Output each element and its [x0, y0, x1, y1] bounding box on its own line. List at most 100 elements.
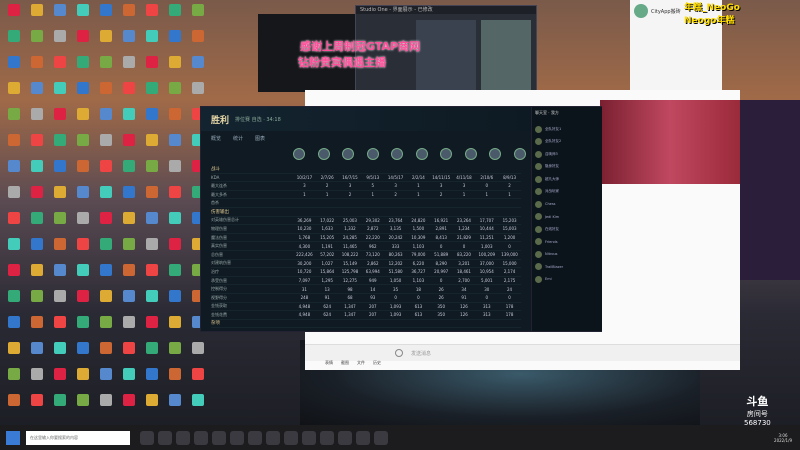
desktop-icon[interactable] [27, 30, 47, 52]
desktop-icon[interactable] [142, 30, 162, 52]
champion-portrait[interactable] [513, 148, 526, 160]
taskbar-app-icon[interactable] [302, 430, 316, 445]
desktop-icon[interactable] [96, 394, 116, 416]
desktop-icon[interactable] [142, 186, 162, 208]
desktop-icon[interactable] [4, 134, 24, 156]
desktop-icon[interactable] [119, 160, 139, 182]
desktop-icon[interactable] [119, 264, 139, 286]
desktop-icon[interactable] [4, 264, 24, 286]
desktop-icon[interactable] [4, 290, 24, 312]
taskbar-app-icon[interactable] [374, 430, 388, 445]
studio-track-view[interactable] [481, 20, 531, 90]
desktop-icon[interactable] [4, 108, 24, 130]
desktop-icon[interactable] [119, 186, 139, 208]
chat-toolbar[interactable]: 表情 截图 文件 历史 [305, 360, 760, 370]
desktop-icon[interactable] [142, 56, 162, 78]
friend-list-item[interactable]: 隐身好友 [532, 161, 602, 174]
desktop-icon[interactable] [119, 394, 139, 416]
desktop-icon[interactable] [142, 316, 162, 338]
desktop-icon[interactable] [119, 290, 139, 312]
desktop-icon[interactable] [27, 342, 47, 364]
desktop-icon[interactable] [50, 238, 70, 260]
desktop-icon[interactable] [165, 56, 185, 78]
desktop-icon[interactable] [27, 134, 47, 156]
desktop-icon[interactable] [73, 342, 93, 364]
desktop-icon[interactable] [4, 56, 24, 78]
friend-list-item[interactable]: 超凡大师 [532, 173, 602, 186]
desktop-icon[interactable] [73, 264, 93, 286]
desktop-icon[interactable] [142, 264, 162, 286]
desktop-icon[interactable] [165, 30, 185, 52]
friend-list-item[interactable]: 全队好友2 [532, 136, 602, 149]
desktop-icon[interactable] [96, 342, 116, 364]
friend-list-item[interactable]: Nitrous [532, 248, 602, 261]
desktop-icon[interactable] [73, 212, 93, 234]
desktop-icon[interactable] [119, 82, 139, 104]
desktop-icon[interactable] [96, 290, 116, 312]
desktop-icon[interactable] [188, 56, 208, 78]
desktop-icon[interactable] [50, 4, 70, 26]
desktop-icon[interactable] [50, 160, 70, 182]
taskbar-app-icon[interactable] [320, 430, 334, 445]
desktop-icon[interactable] [50, 56, 70, 78]
desktop-icon[interactable] [119, 134, 139, 156]
tab-overview[interactable]: 概览 [211, 135, 221, 142]
game-postmatch-window[interactable]: 胜利 排位赛 自选 · 34:18 概览 统计 图表 战斗 KDA 10/2/17 2… [200, 106, 602, 332]
start-icon[interactable] [6, 430, 20, 445]
desktop-icon[interactable] [73, 238, 93, 260]
friend-list-item[interactable]: Emi [532, 273, 602, 286]
taskbar-app-icon[interactable] [266, 430, 280, 445]
desktop-icon[interactable] [119, 212, 139, 234]
desktop-icon[interactable] [73, 316, 93, 338]
desktop-icon[interactable] [119, 316, 139, 338]
champion-portrait[interactable] [366, 148, 379, 160]
desktop-icon[interactable] [142, 368, 162, 390]
studio-mixer[interactable] [416, 20, 476, 90]
desktop-icon[interactable] [27, 212, 47, 234]
desktop-icon[interactable] [96, 134, 116, 156]
desktop-icon[interactable] [165, 160, 185, 182]
friend-list[interactable]: 全队好友1 全队好友2 召唤师3 隐身好友 超凡大师 对战玩家 Chess Jedi Kim 在… [532, 123, 602, 286]
desktop-icon[interactable] [73, 368, 93, 390]
champion-portrait[interactable] [440, 148, 452, 160]
desktop-icon[interactable] [96, 186, 116, 208]
desktop-icon[interactable] [27, 186, 47, 208]
taskbar-app-icon[interactable] [158, 430, 172, 445]
desktop-icon[interactable] [142, 290, 162, 312]
desktop-icon[interactable] [96, 212, 116, 234]
taskbar-search-box[interactable]: 在这里输入你要搜索的内容 [26, 430, 130, 445]
champion-portrait[interactable] [342, 148, 354, 160]
desktop-icon[interactable] [165, 394, 185, 416]
desktop-icon[interactable] [119, 108, 139, 130]
friend-list-item[interactable]: 召唤师3 [532, 148, 602, 161]
emoji-icon[interactable] [395, 349, 403, 357]
desktop-icon[interactable] [50, 290, 70, 312]
desktop-icon[interactable] [96, 316, 116, 338]
desktop-icon[interactable] [27, 264, 47, 286]
desktop-icon[interactable] [142, 4, 162, 26]
desktop-icon[interactable] [27, 368, 47, 390]
desktop-icon[interactable] [96, 160, 116, 182]
desktop-icon[interactable] [27, 56, 47, 78]
desktop-icon[interactable] [142, 108, 162, 130]
taskbar-app-icon[interactable] [212, 430, 226, 445]
taskbar-app-icon[interactable] [248, 430, 262, 445]
desktop-icon[interactable] [165, 212, 185, 234]
desktop-icon[interactable] [96, 238, 116, 260]
desktop-icon[interactable] [73, 394, 93, 416]
desktop-icon[interactable] [119, 56, 139, 78]
desktop-icon[interactable] [119, 368, 139, 390]
chat-tool-emoji[interactable]: 表情 [325, 360, 333, 370]
tab-stats[interactable]: 统计 [233, 135, 243, 142]
desktop-icon[interactable] [4, 82, 24, 104]
desktop-icon[interactable] [119, 30, 139, 52]
desktop-icon[interactable] [73, 82, 93, 104]
chat-tool-file[interactable]: 文件 [357, 360, 365, 370]
desktop-icon[interactable] [142, 134, 162, 156]
desktop-icon[interactable] [50, 264, 70, 286]
desktop-icon[interactable] [27, 316, 47, 338]
desktop-icon[interactable] [50, 212, 70, 234]
desktop-icon[interactable] [165, 134, 185, 156]
desktop-icon[interactable] [73, 134, 93, 156]
game-chat-panel[interactable]: 聊天室 · 我方 全队好友1 全队好友2 召唤师3 隐身好友 超凡大师 对战玩家 Chess… [531, 107, 602, 331]
